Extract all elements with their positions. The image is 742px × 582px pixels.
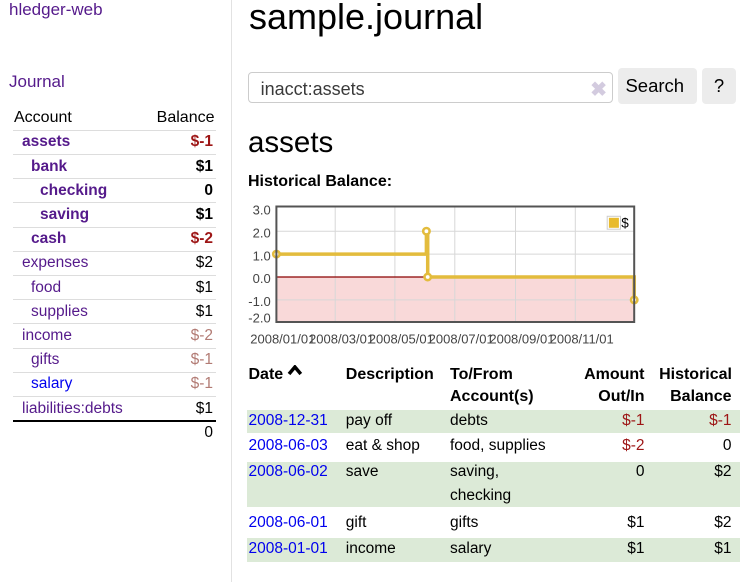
svg-text:1.0: 1.0 <box>253 248 271 263</box>
svg-text:2008/03/01: 2008/03/01 <box>309 332 374 347</box>
svg-text:2.0: 2.0 <box>253 225 271 240</box>
svg-text:2008/05/01: 2008/05/01 <box>369 332 434 347</box>
svg-text:-1.0: -1.0 <box>248 294 270 309</box>
svg-text:$: $ <box>621 216 629 231</box>
svg-text:-2.0: -2.0 <box>248 311 270 326</box>
svg-text:3.0: 3.0 <box>253 203 271 218</box>
svg-text:2008/01/01: 2008/01/01 <box>250 332 315 347</box>
svg-text:0.0: 0.0 <box>253 271 271 286</box>
svg-text:2008/11/01: 2008/11/01 <box>550 332 614 347</box>
svg-text:2008/07/01: 2008/07/01 <box>429 332 494 347</box>
svg-text:2008/09/01: 2008/09/01 <box>489 332 554 347</box>
